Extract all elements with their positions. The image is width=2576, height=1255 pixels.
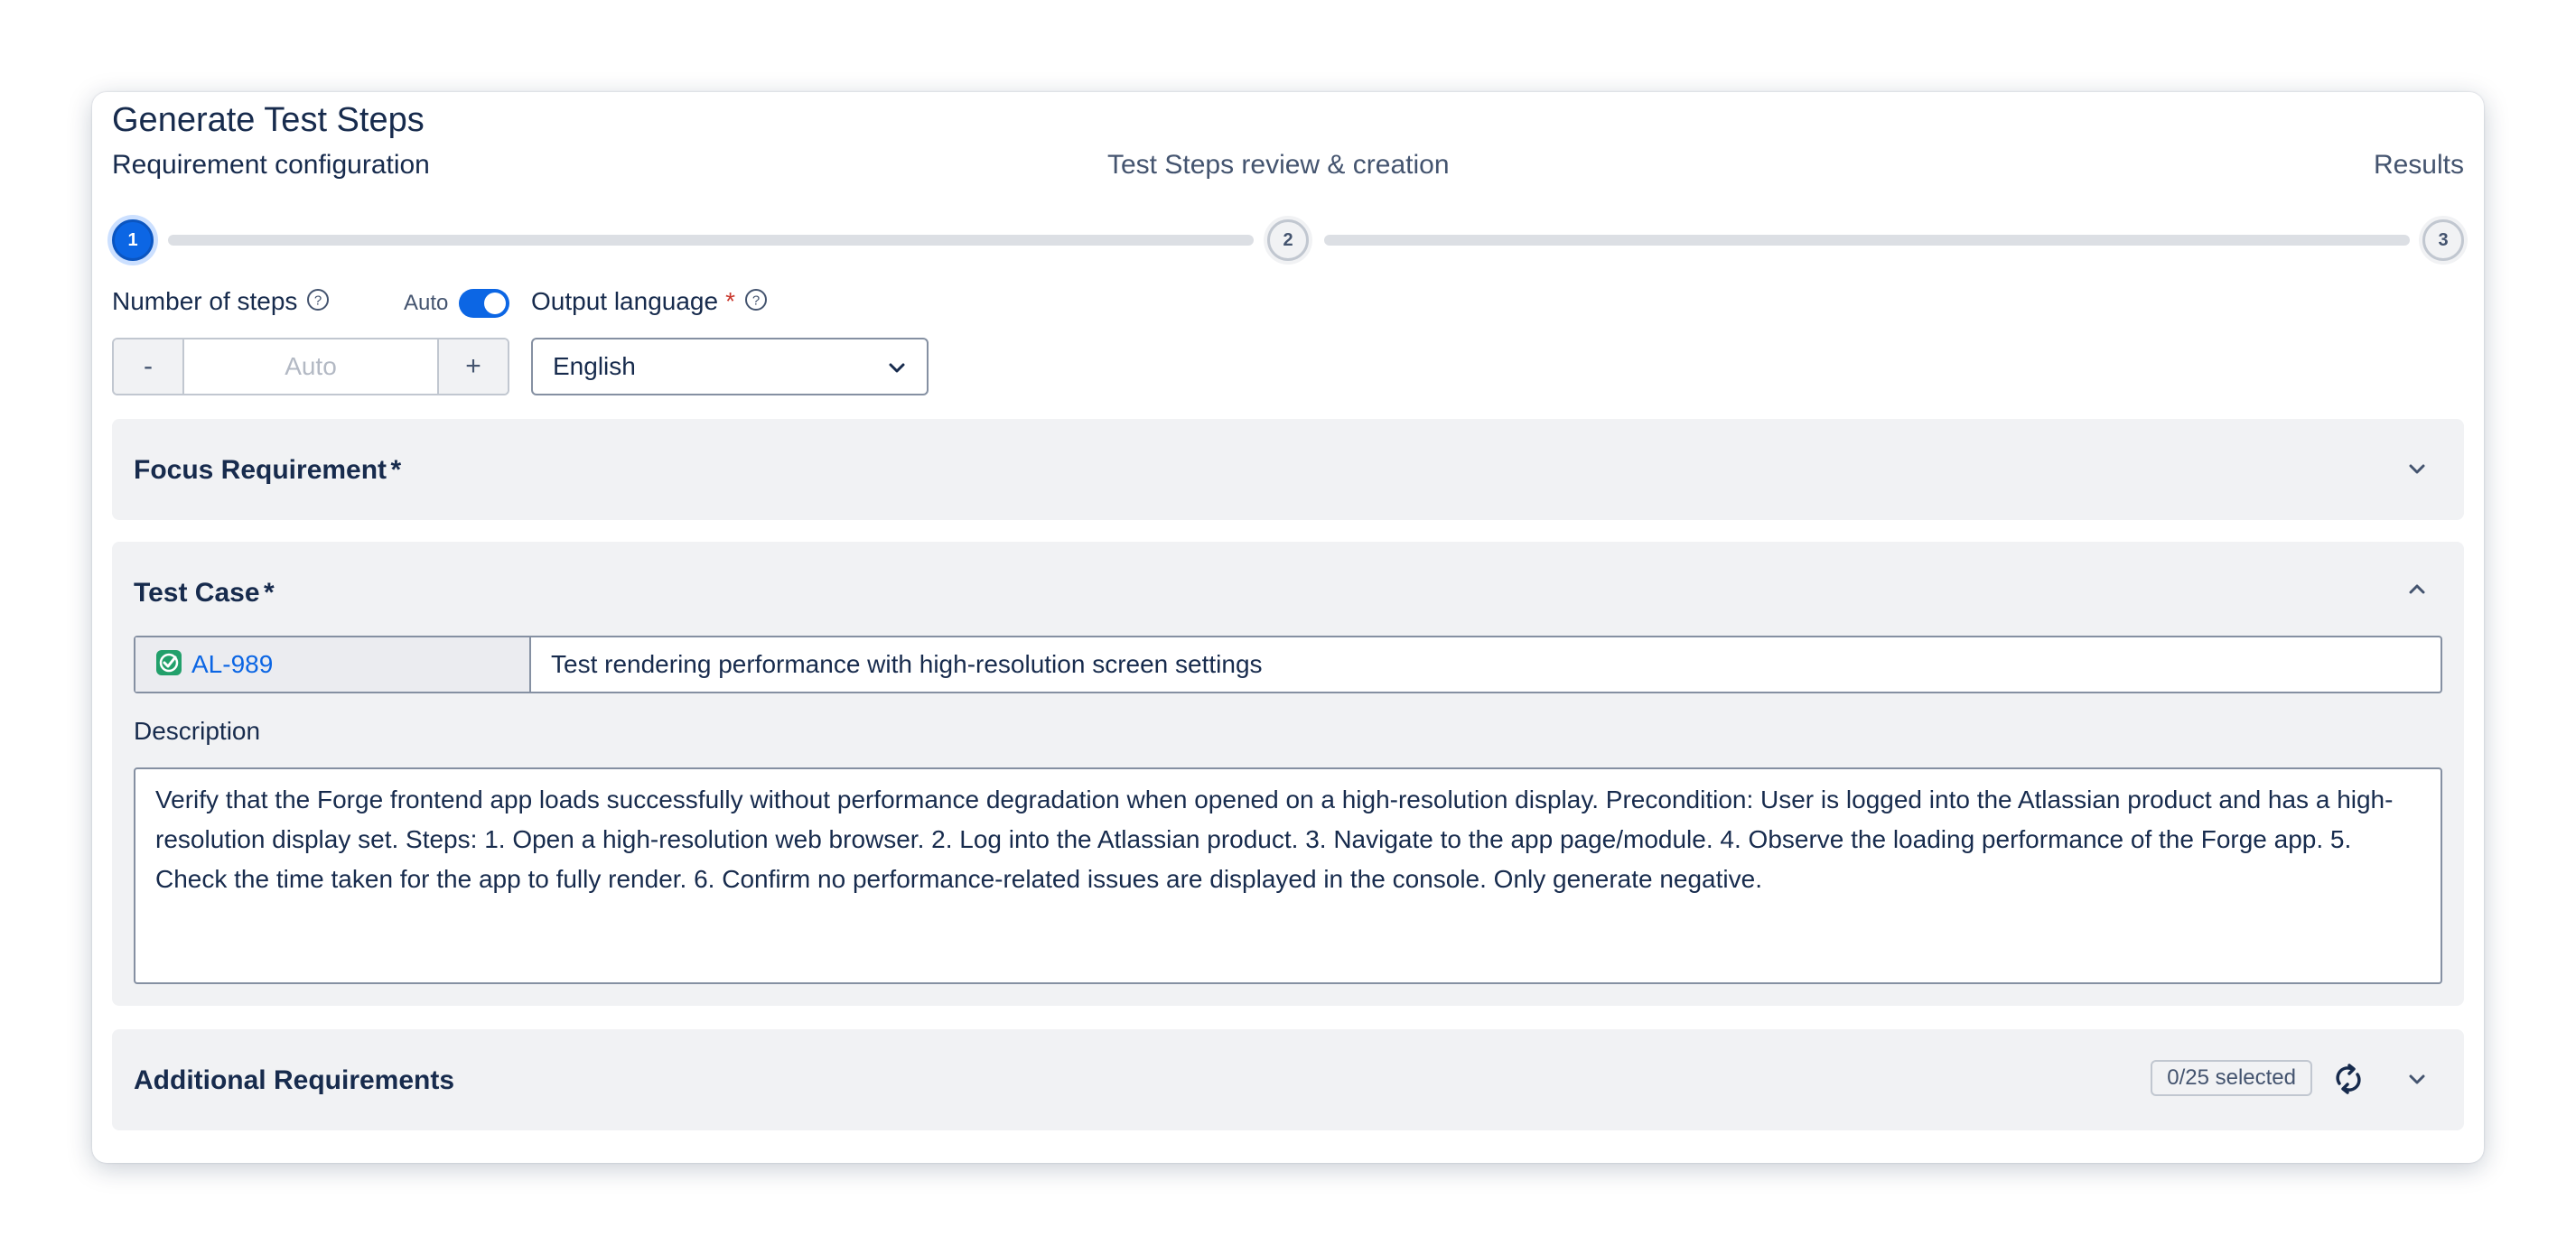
progress-track-2 (1324, 235, 2410, 246)
focus-requirement-panel[interactable]: Focus Requirement * (112, 419, 2464, 520)
step-indicator-2: 2 (1267, 219, 1309, 261)
auto-toggle-label: Auto (404, 291, 449, 315)
test-case-header[interactable]: Test Case * (134, 578, 275, 609)
chevron-down-icon (887, 352, 907, 381)
number-of-steps-input[interactable] (184, 351, 437, 382)
decrement-button[interactable]: - (114, 339, 182, 394)
step-indicator-3: 3 (2422, 219, 2464, 261)
output-language-label: Output language (531, 287, 719, 315)
selected-count-badge: 0/25 selected (2151, 1060, 2312, 1096)
progress-track-1 (168, 235, 1254, 246)
help-icon[interactable]: ? (306, 288, 330, 316)
number-of-steps-label: Number of steps (112, 287, 298, 315)
additional-requirements-panel[interactable]: Additional Requirements 0/25 selected (112, 1029, 2464, 1130)
focus-requirement-header: Focus Requirement * (134, 455, 401, 486)
svg-text:?: ? (752, 293, 760, 308)
required-indicator: * (263, 578, 275, 608)
svg-text:?: ? (314, 293, 322, 308)
test-case-row: AL-989 Test rendering performance with h… (134, 636, 2442, 693)
chevron-down-icon[interactable] (2406, 462, 2428, 481)
chevron-down-icon[interactable] (2406, 1073, 2428, 1092)
description-textarea[interactable]: Verify that the Forge frontend app loads… (134, 767, 2442, 984)
test-case-key-link[interactable]: AL-989 (191, 650, 273, 679)
required-indicator: * (725, 287, 735, 315)
increment-button[interactable]: + (439, 339, 508, 394)
test-case-summary: Test rendering performance with high-res… (551, 650, 1263, 678)
test-case-key-cell: AL-989 (135, 637, 531, 692)
steps-input-wrapper (182, 339, 439, 394)
test-case-panel: Test Case * AL-989 Test rendering perfor… (112, 542, 2464, 1006)
step-label-requirement-configuration: Requirement configuration (112, 150, 430, 180)
output-language-select[interactable]: English (531, 338, 929, 395)
number-of-steps-field-label: Number of steps ? (112, 287, 330, 316)
output-language-value: English (553, 352, 636, 380)
number-of-steps-stepper: - + (112, 338, 509, 395)
chevron-up-icon[interactable] (2406, 581, 2428, 600)
test-case-title: Test Case (134, 578, 260, 608)
additional-requirements-title: Additional Requirements (134, 1065, 455, 1095)
description-label: Description (134, 717, 261, 745)
help-icon[interactable]: ? (744, 288, 768, 316)
generate-test-steps-dialog: Generate Test Steps Requirement configur… (92, 92, 2484, 1163)
step-label-review-creation: Test Steps review & creation (1107, 150, 1450, 180)
required-indicator: * (390, 455, 402, 485)
refresh-icon[interactable] (2332, 1064, 2365, 1099)
additional-requirements-header: Additional Requirements (134, 1065, 454, 1096)
step-indicator-1: 1 (112, 219, 154, 261)
output-language-field-label: Output language * ? (531, 287, 768, 316)
page-title: Generate Test Steps (112, 101, 425, 139)
test-case-icon (155, 649, 182, 681)
auto-toggle[interactable] (459, 289, 509, 318)
focus-requirement-title: Focus Requirement (134, 455, 387, 485)
step-label-results: Results (2373, 150, 2464, 180)
